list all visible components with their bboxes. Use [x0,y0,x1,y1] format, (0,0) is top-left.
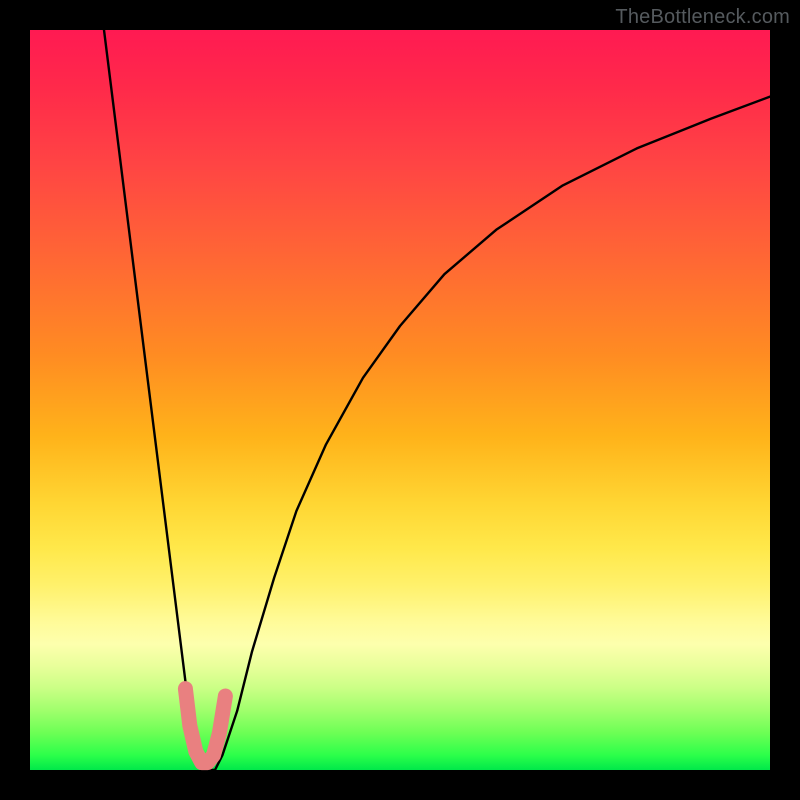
optimal-marker [185,689,225,763]
chart-frame: TheBottleneck.com [0,0,800,800]
plot-area [30,30,770,770]
watermark-text: TheBottleneck.com [615,6,790,29]
bottleneck-curve [104,30,770,770]
curve-svg [30,30,770,770]
